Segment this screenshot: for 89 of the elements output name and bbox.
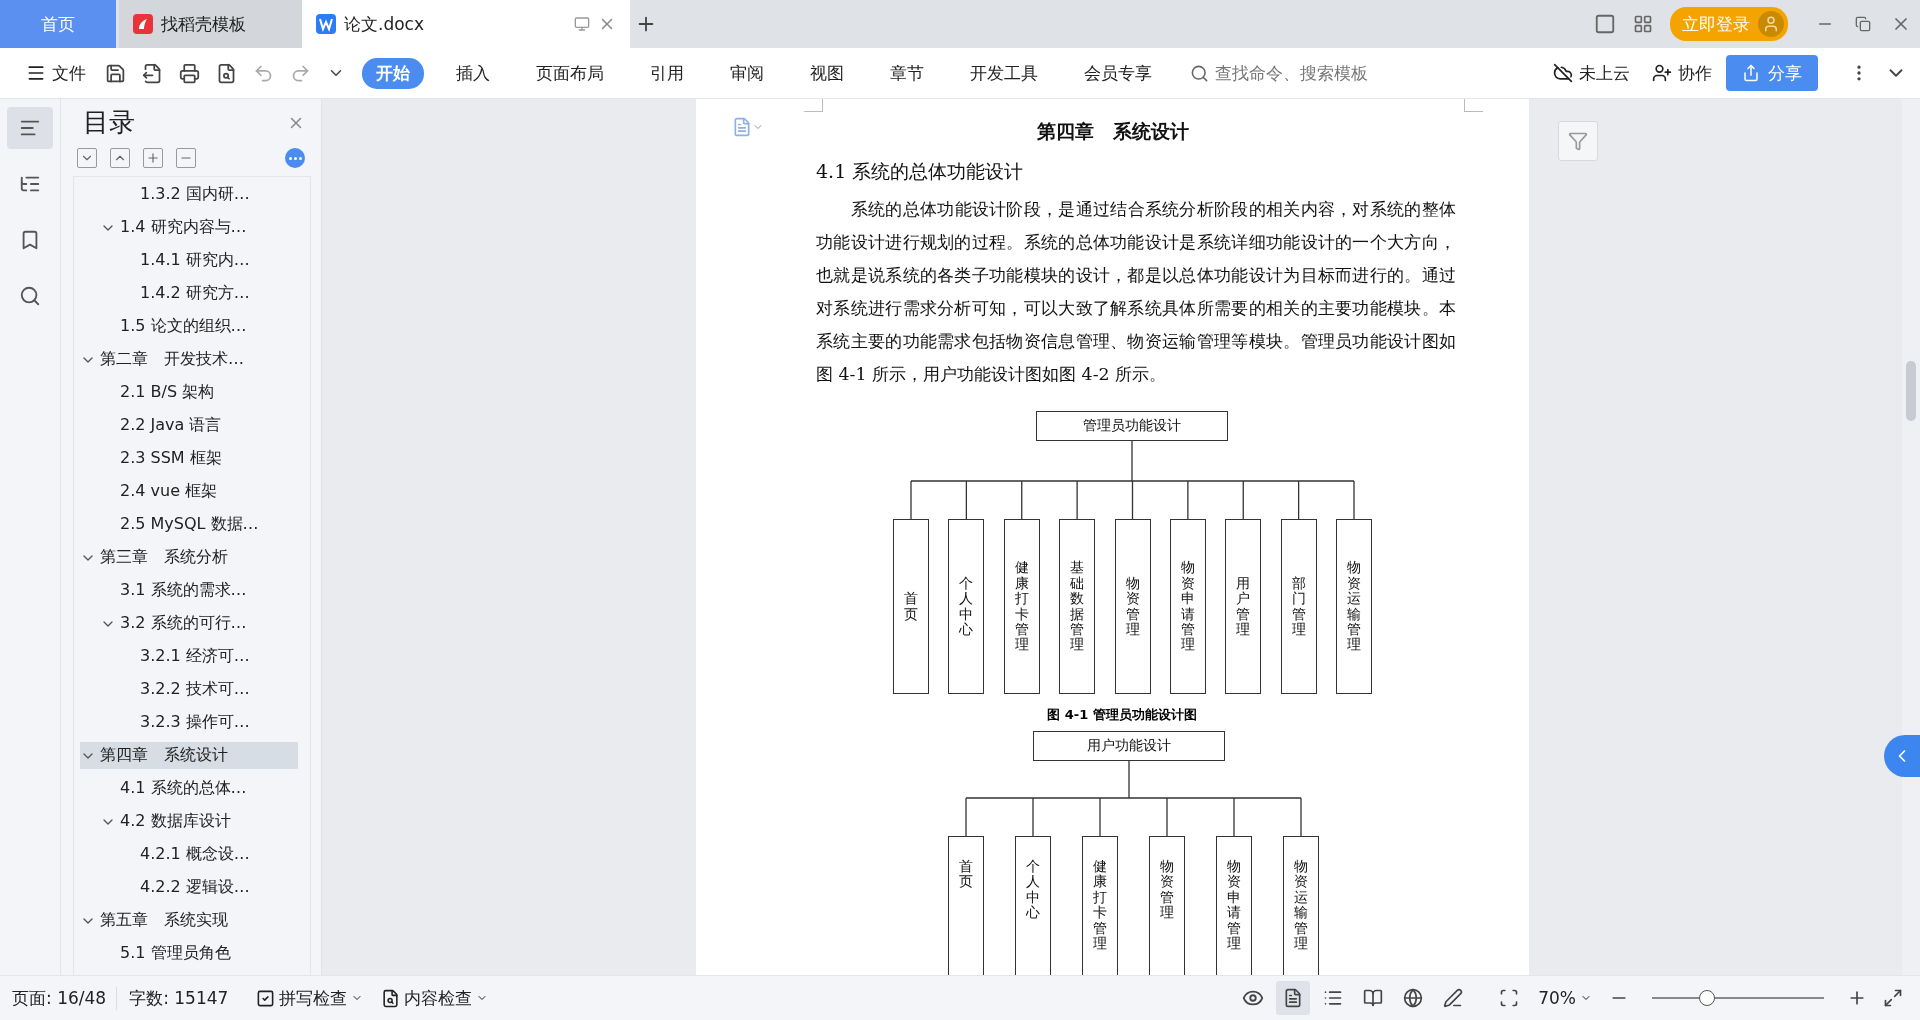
toc-item[interactable]: 4.1 系统的总体… [80,775,298,802]
ribbon-tab[interactable]: 审阅 [716,57,778,89]
toc-item[interactable]: 3.2.1 经济可… [80,643,298,670]
content-check-button[interactable]: 内容检查 [375,985,495,1011]
slider-thumb[interactable] [1699,990,1716,1006]
body-paragraph: 系统的总体功能设计阶段，是通过结合系统分析阶段的相关内容，对系统的整体功能设计进行规划的过程。系统的总体功能设计是系统详细功能设计的一个大方向，也就是说系统的各类子功能模块的设计，都是以总体功能设计为目标而进行的。通过对系统进行需求分析可知，可以大致了解系统具体所需要的相关的主要功能模块。本系统主要的功能需求包括物资信息管理、物资运输管理等模块。管理员功能设计图如图 4-1 所示，用户功能设计图如图 4-2 所示。 [816,198,1456,386]
diagram-node: 管理员功能设计 [1036,411,1228,441]
toc-item[interactable]: 第二章 开发技术… [80,346,298,373]
diagram-node: 健康打卡管理 [1003,519,1040,694]
toc-item[interactable]: 2.5 MySQL 数据… [80,511,298,538]
figure-caption: 图 4-1 管理员功能设计图 [1047,706,1197,724]
avatar-icon [1762,15,1780,33]
document-search-icon [381,988,401,1008]
chapter-title: 第四章 系统设计 [1035,119,1190,144]
share-icon [1742,64,1760,82]
diagram-node: 用户管理 [1225,519,1262,694]
collapse-button[interactable] [110,148,130,168]
toc-item[interactable]: 第四章 系统设计 [80,742,298,769]
diagram-node: 个人中心 [1015,836,1051,975]
file-menu[interactable]: 文件 [18,57,94,89]
add-button[interactable] [143,148,163,168]
diagram-node: 基础数据管理 [1059,519,1096,694]
toc-item[interactable]: 4.2.1 概念设… [80,841,298,868]
cloud-button[interactable]: 未上云 [1545,57,1638,89]
toc-item[interactable]: 2.1 B/S 架构 [80,379,298,406]
toc-item[interactable]: 第三章 系统分析 [80,544,298,571]
diagram-node: 物资申请管理 [1216,836,1252,975]
diagram-node: 物资运输管理 [1283,836,1319,975]
toc-item[interactable]: 1.3.2 国内研… [80,181,298,208]
diagram-node: 健康打卡管理 [1082,836,1118,975]
toc-item[interactable]: 2.2 Java 语言 [80,412,298,439]
diagram-node: 物资管理 [1114,519,1151,694]
cloud-icon [1553,63,1573,83]
ribbon-tab[interactable]: 页面布局 [522,57,618,89]
plus-icon [146,151,160,165]
crop-mark [804,99,823,112]
diagram-node: 首页 [893,519,929,694]
toc-item[interactable]: 1.4 研究内容与… [80,214,298,241]
side-panel-toggle[interactable] [1884,735,1920,777]
monitor-icon[interactable] [574,16,590,32]
ribbon-tab[interactable]: 引用 [636,57,698,89]
ribbon-tab[interactable]: 开发工具 [956,57,1052,89]
page-count: 页面: 16/48 [12,986,118,1010]
toc-item[interactable]: 1.5 论文的组织… [80,313,298,340]
toc-item[interactable]: 3.2.2 技术可… [80,676,298,703]
check-icon [256,988,276,1008]
toc-item[interactable]: 4.2.2 逻辑设… [80,874,298,901]
toc-item[interactable]: 3.1 系统的需求… [80,577,298,604]
ribbon-tab[interactable]: 插入 [442,57,504,89]
toc-item[interactable]: 1.4.2 研究方… [80,280,298,307]
toc-item[interactable]: 3.2 系统的可行… [80,610,298,637]
section-heading: 4.1 系统的总体功能设计 [816,159,1025,184]
collaborate-button[interactable]: 协作 [1644,57,1720,89]
outline-icon[interactable] [7,107,53,149]
add-user-icon [1652,63,1672,83]
diagram-node: 物资申请管理 [1169,519,1206,694]
diagram-node: 物资运输管理 [1336,519,1372,694]
word-count: 字数: 15147 [129,986,230,1010]
ribbon-tab[interactable]: 章节 [876,57,938,89]
toc-item[interactable]: 1.4.1 研究内… [80,247,298,274]
toc-item[interactable]: 4.2 数据库设计 [80,808,298,835]
diagram-node: 用户功能设计 [1033,731,1225,761]
toc-item[interactable]: 2.3 SSM 框架 [80,445,298,472]
document-tab[interactable]: 找稻壳模板 [119,0,302,48]
ribbon-tab[interactable]: 会员专享 [1070,57,1166,89]
spell-check-button[interactable]: 拼写检查 [250,985,370,1011]
zoom-dropdown[interactable]: 70% [1532,987,1598,1009]
ribbon-tab[interactable]: 视图 [796,57,858,89]
page-view-icon[interactable] [1276,981,1311,1015]
search-icon [1190,63,1209,83]
expand-button[interactable] [77,148,97,168]
toc-item[interactable]: 第五章 系统实现 [80,907,298,934]
diagram-node: 首页 [948,836,984,975]
diagram-node: 物资管理 [1149,836,1185,975]
more-icon[interactable] [285,148,305,168]
filter-icon[interactable] [1558,121,1598,161]
scrollbar[interactable] [1902,99,1920,975]
panel-title: 目录 [83,106,135,139]
menu-icon [26,63,46,83]
toc-item[interactable]: 3.2.3 操作可… [80,709,298,736]
diagram-node: 个人中心 [948,519,985,694]
toc-item[interactable]: 2.4 vue 框架 [80,478,298,505]
document-tab[interactable]: 论文.docx [302,0,630,48]
remove-button[interactable] [176,148,196,168]
toc-item[interactable]: 5.1 管理员角色 [80,940,298,967]
document-logo-icon [316,14,336,34]
leaf-logo-icon [133,14,153,34]
diagram-node: 部门管理 [1280,519,1317,694]
crop-mark [1464,99,1483,112]
